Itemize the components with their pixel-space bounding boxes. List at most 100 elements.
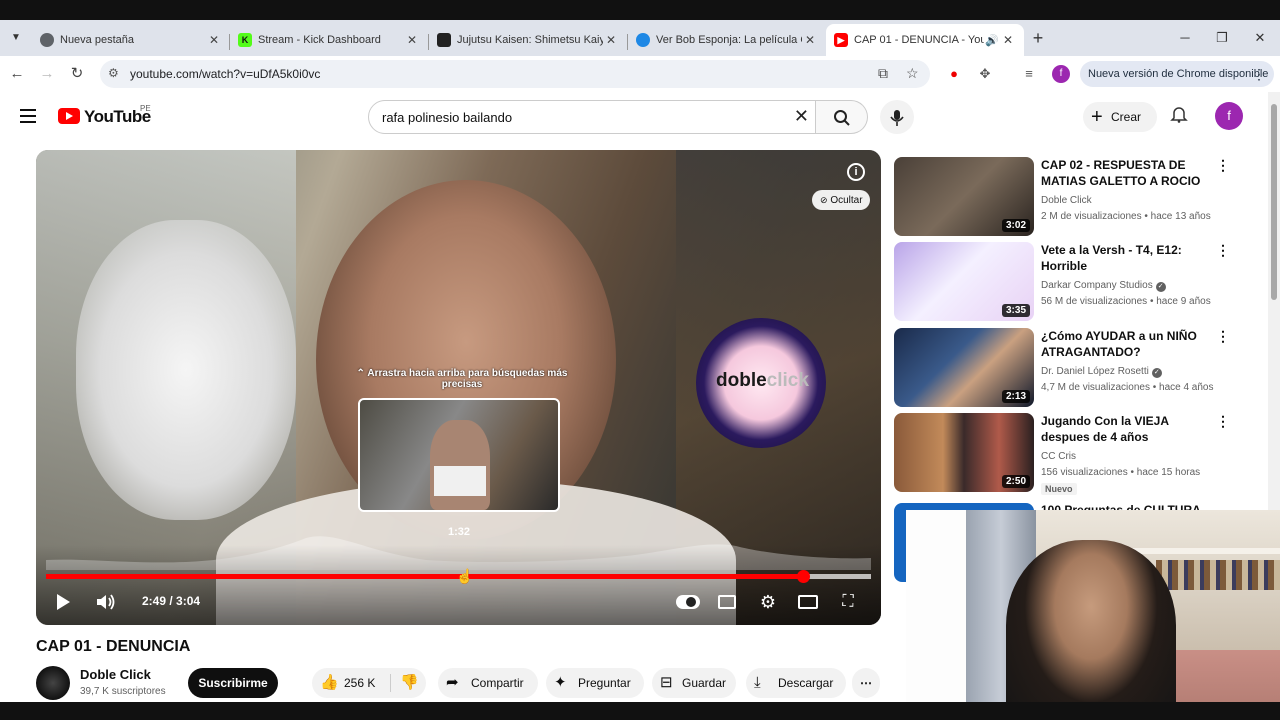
voice-search-button[interactable] [880, 100, 914, 134]
close-icon[interactable]: ✕ [206, 33, 222, 47]
like-count[interactable]: 256 K [344, 668, 375, 698]
theater-mode-icon[interactable] [798, 595, 818, 609]
search-query[interactable]: rafa polinesio bailando [382, 110, 512, 125]
seek-preview-thumbnail [358, 398, 560, 512]
bookmark-star-icon[interactable]: ☆ [906, 65, 919, 82]
recommendation-title[interactable]: Vete a la Versh - T4, E12: Horrible [1041, 242, 1211, 274]
screen: ▼ Nueva pestaña ✕ K Stream - Kick Dashbo… [0, 0, 1280, 720]
recommendation-item[interactable]: 2:13 ¿Cómo AYUDAR a un NIÑO ATRAGANTADO?… [894, 328, 1254, 408]
channel-avatar[interactable] [36, 666, 70, 700]
site-info-icon[interactable]: ⚙ [108, 66, 119, 80]
close-icon[interactable]: ✕ [603, 33, 619, 47]
video-player[interactable]: i ⊘ Ocultar dobleclick ⌃ Arrastra hacia … [36, 150, 881, 625]
thumbs-down-icon[interactable]: 👎 [400, 668, 419, 698]
country-code: PE [140, 104, 151, 113]
hide-button[interactable]: ⊘ Ocultar [812, 190, 870, 210]
recommendation-title[interactable]: ¿Cómo AYUDAR a un NIÑO ATRAGANTADO? [1041, 328, 1211, 360]
search-button[interactable] [816, 100, 868, 134]
recommendation-thumbnail[interactable]: 3:02 [894, 157, 1034, 236]
scrollbar-thumb[interactable] [1271, 104, 1277, 300]
thumbs-up-icon[interactable]: 👍 [320, 668, 339, 698]
tab-kick[interactable]: K Stream - Kick Dashboard ✕ [230, 24, 428, 56]
new-tab-button[interactable]: + [1028, 28, 1048, 48]
preview-person [430, 420, 490, 510]
recommendation-item[interactable]: 2:50 Jugando Con la VIEJA despues de 4 a… [894, 413, 1254, 495]
recommendation-thumbnail[interactable]: 2:50 [894, 413, 1034, 492]
ask-button[interactable]: ✦ Preguntar [546, 668, 644, 698]
download-icon: ⤓ [754, 674, 761, 691]
extensions-icon[interactable]: ✥ [976, 65, 994, 83]
close-icon[interactable]: ✕ [802, 33, 818, 47]
url-text[interactable]: youtube.com/watch?v=uDfA5k0i0vc [130, 67, 320, 81]
recommendation-thumbnail[interactable]: 3:35 [894, 242, 1034, 321]
recommendation-item[interactable]: 3:35 Vete a la Versh - T4, E12: Horrible… [894, 242, 1254, 322]
tab-search-icon[interactable]: ▼ [6, 28, 26, 48]
save-button[interactable]: ⊟ Guardar [652, 668, 736, 698]
play-button[interactable] [52, 590, 74, 614]
recommendation-channel[interactable]: CC Cris [1041, 451, 1076, 462]
recommendation-title[interactable]: CAP 02 - RESPUESTA DE MATIAS GALETTO A R… [1041, 157, 1211, 191]
video-title: CAP 01 - DENUNCIA [36, 638, 191, 655]
more-vert-icon[interactable]: ⋮ [1216, 157, 1230, 174]
omnibox[interactable]: ⚙ youtube.com/watch?v=uDfA5k0i0vc ⧉ ☆ [100, 60, 930, 88]
verified-check-icon: ✓ [1151, 368, 1162, 378]
more-vert-icon[interactable]: ⋮ [1252, 61, 1266, 87]
reload-icon[interactable]: ↻ [66, 63, 88, 85]
info-icon[interactable]: i [847, 163, 865, 181]
more-vert-icon[interactable]: ⋮ [1216, 328, 1230, 345]
recommendation-channel[interactable]: Dr. Daniel López Rosetti ✓ [1041, 366, 1162, 378]
more-vert-icon[interactable]: ⋮ [1216, 413, 1230, 430]
menu-icon[interactable] [20, 109, 36, 123]
recommendation-title[interactable]: Jugando Con la VIEJA despues de 4 años [1041, 413, 1211, 445]
close-window-icon[interactable]: ✕ [1250, 28, 1270, 48]
chrome-update-button[interactable]: Nueva versión de Chrome disponible ⋮ [1080, 61, 1274, 87]
recommendation-channel[interactable]: Darkar Company Studios ✓ [1041, 280, 1166, 292]
watermark-word-a: doble [716, 370, 767, 391]
webcam-person [1006, 540, 1176, 720]
search-input[interactable]: rafa polinesio bailando ✕ [368, 100, 816, 134]
speaker-icon[interactable]: 🔊 [984, 34, 1000, 47]
subtitles-icon[interactable] [718, 595, 736, 609]
tab-title: Jujutsu Kaisen: Shimetsu Kaiyuu [457, 34, 603, 46]
opera-extension-icon[interactable]: ● [945, 65, 963, 83]
tab-bob[interactable]: Ver Bob Esponja: La película Or ✕ [628, 24, 826, 56]
watermark-text: dobleclick [716, 370, 809, 392]
autoplay-toggle[interactable] [676, 595, 700, 609]
bookmark-icon: ⊟ [660, 674, 673, 691]
controls-gradient [36, 545, 881, 625]
create-button[interactable]: + Crear [1083, 102, 1157, 132]
channel-name[interactable]: Doble Click [80, 667, 151, 682]
youtube-logo-icon[interactable] [58, 108, 80, 124]
account-avatar[interactable]: f [1215, 102, 1243, 130]
webcam-wall [906, 510, 966, 720]
fullscreen-icon[interactable]: ⛶ [836, 590, 860, 614]
recommendation-item[interactable]: 3:02 CAP 02 - RESPUESTA DE MATIAS GALETT… [894, 157, 1254, 237]
tab-new[interactable]: Nueva pestaña ✕ [32, 24, 230, 56]
recommendation-thumbnail[interactable]: 2:13 [894, 328, 1034, 407]
like-divider [390, 674, 391, 692]
install-icon[interactable]: ⧉ [878, 65, 888, 82]
close-icon[interactable]: ✕ [1000, 33, 1016, 47]
forward-icon[interactable]: → [36, 63, 58, 85]
close-icon[interactable]: ✕ [404, 33, 420, 47]
tab-jujutsu[interactable]: Jujutsu Kaisen: Shimetsu Kaiyuu ✕ [429, 24, 627, 56]
minimize-icon[interactable]: ─ [1175, 28, 1195, 48]
subscribe-button[interactable]: Suscribirme [188, 668, 278, 698]
swipe-hint: ⌃ Arrastra hacia arriba para búsquedas m… [356, 368, 568, 390]
media-controls-icon[interactable]: ≡ [1020, 65, 1038, 83]
recommendation-channel[interactable]: Doble Click [1041, 195, 1092, 206]
more-vert-icon[interactable]: ⋮ [1216, 242, 1230, 259]
profile-icon[interactable]: f [1052, 65, 1070, 83]
eye-off-icon: ⊘ [820, 195, 828, 205]
back-icon[interactable]: ← [6, 63, 28, 85]
settings-gear-icon[interactable]: ⚙ [756, 590, 780, 614]
more-actions-icon[interactable]: ⋯ [852, 668, 880, 698]
download-button[interactable]: ⤓ Descargar [746, 668, 846, 698]
restore-icon[interactable]: ❐ [1212, 28, 1232, 48]
share-button[interactable]: ➦ Compartir [438, 668, 538, 698]
volume-button[interactable] [94, 590, 118, 614]
tab-youtube-active[interactable]: ▶ CAP 01 - DENUNCIA - YouT 🔊 ✕ [826, 24, 1024, 56]
clear-search-icon[interactable]: ✕ [794, 106, 809, 127]
notifications-bell-icon[interactable] [1170, 105, 1188, 128]
tab-title: Stream - Kick Dashboard [258, 34, 381, 46]
